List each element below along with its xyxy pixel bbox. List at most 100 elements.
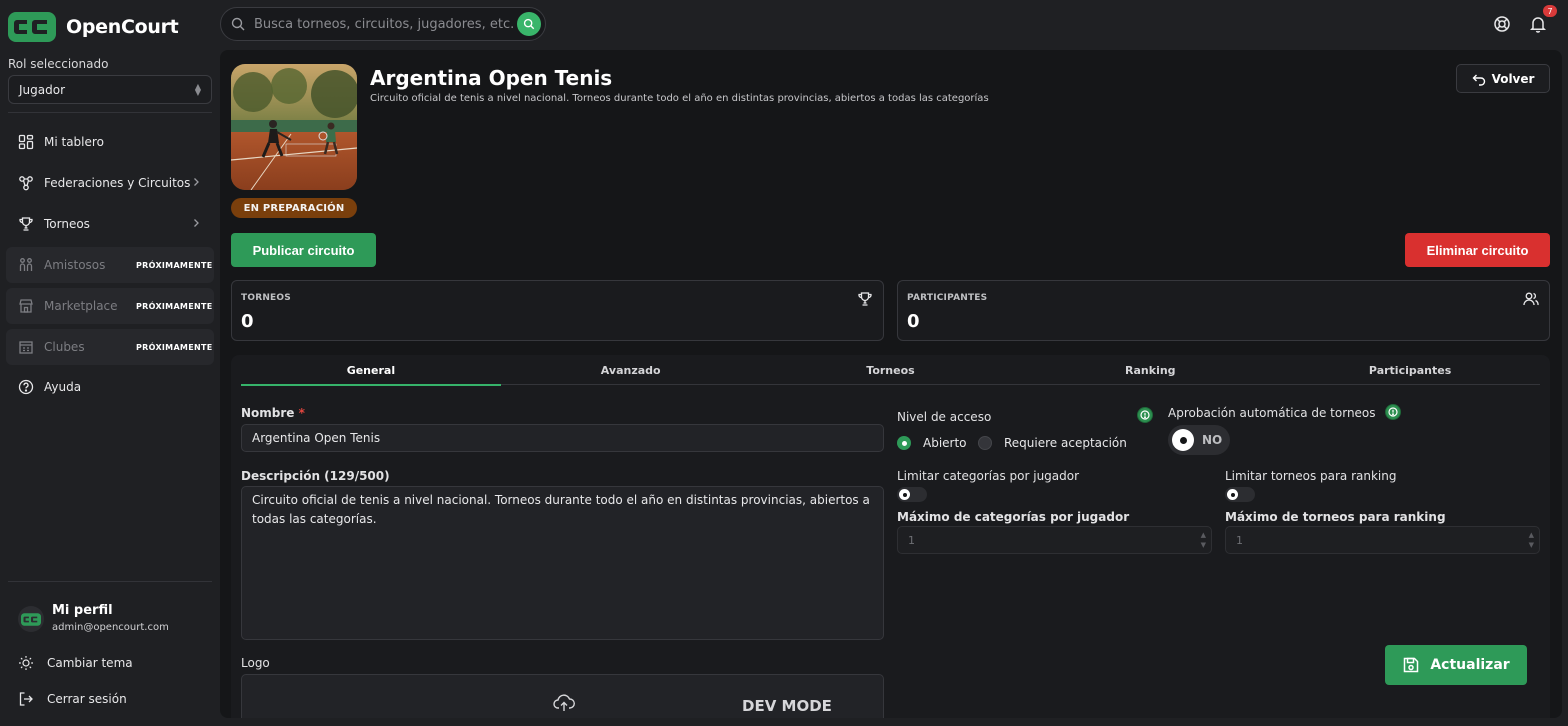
- coming-soon-badge: PRÓXIMAMENTE: [136, 301, 213, 311]
- tab-participants[interactable]: Participantes: [1280, 355, 1540, 385]
- sidebar-item-label: Marketplace: [44, 299, 118, 313]
- sun-icon: [18, 655, 34, 671]
- save-icon: [1402, 656, 1420, 674]
- circuit-cover-image: [231, 64, 357, 190]
- sidebar-item-clubs: Clubes PRÓXIMAMENTE: [6, 329, 214, 365]
- role-select[interactable]: Jugador ▲ ▼: [8, 75, 212, 104]
- dev-mode-label: DEV MODE: [742, 697, 832, 715]
- sidebar-item-label: Amistosos: [44, 258, 106, 272]
- limit-tournaments-label: Limitar torneos para ranking: [1225, 469, 1397, 483]
- tab-ranking[interactable]: Ranking: [1020, 355, 1280, 385]
- search-icon: [523, 18, 535, 30]
- avatar: [18, 606, 44, 632]
- trophy-icon: [18, 216, 34, 232]
- radio-label: Requiere aceptación: [1004, 436, 1127, 450]
- name-label-text: Nombre: [241, 406, 295, 420]
- notifications-bell-icon[interactable]: [1529, 15, 1547, 33]
- sidebar-item-tournaments[interactable]: Torneos: [6, 206, 214, 242]
- name-field[interactable]: [241, 424, 884, 452]
- stat-label: PARTICIPANTES: [907, 293, 988, 303]
- toggle-knob: [1172, 429, 1194, 451]
- tab-advanced[interactable]: Avanzado: [501, 355, 761, 385]
- tab-general[interactable]: General: [241, 355, 501, 386]
- logout-label: Cerrar sesión: [47, 692, 127, 706]
- access-level-label: Nivel de acceso: [897, 410, 992, 424]
- description-field-label: Descripción (129/500): [241, 469, 390, 483]
- tab-tournaments[interactable]: Torneos: [761, 355, 1021, 385]
- radio-unselected-icon: [978, 436, 992, 450]
- back-button[interactable]: Volver: [1456, 64, 1550, 93]
- sidebar-item-marketplace: Marketplace PRÓXIMAMENTE: [6, 288, 214, 324]
- max-tournaments-label: Máximo de torneos para ranking: [1225, 510, 1446, 524]
- sidebar-item-federations[interactable]: Federaciones y Circuitos: [6, 165, 214, 201]
- trophy-icon: [857, 291, 873, 307]
- dashboard-icon: [18, 134, 34, 150]
- access-open-radio[interactable]: Abierto: [897, 436, 967, 450]
- access-requires-approval-radio[interactable]: Requiere aceptación: [978, 436, 1127, 450]
- limit-categories-label: Limitar categorías por jugador: [897, 469, 1080, 483]
- back-label: Volver: [1491, 71, 1535, 86]
- people-icon: [18, 257, 34, 273]
- sidebar-divider: [8, 581, 212, 582]
- sidebar: OpenCourt Rol seleccionado Jugador ▲ ▼ Mi…: [0, 0, 220, 726]
- update-label: Actualizar: [1430, 657, 1510, 673]
- number-value: 1: [908, 533, 915, 547]
- coming-soon-badge: PRÓXIMAMENTE: [136, 342, 213, 352]
- description-field[interactable]: Circuito oficial de tenis a nivel nacion…: [241, 486, 884, 640]
- stepper-arrows-icon: ▲ ▼: [1200, 531, 1206, 549]
- logout-button[interactable]: Cerrar sesión: [18, 691, 127, 707]
- max-categories-input: 1 ▲ ▼: [897, 526, 1212, 554]
- profile-name: Mi perfil: [52, 603, 113, 618]
- status-badge: EN PREPARACIÓN: [231, 198, 357, 218]
- select-updown-icon: ▲ ▼: [194, 81, 201, 97]
- auto-approval-toggle[interactable]: NO: [1168, 425, 1230, 455]
- limit-tournaments-toggle[interactable]: [1225, 487, 1255, 502]
- network-icon: [18, 175, 34, 191]
- page-title: Argentina Open Tenis: [370, 66, 613, 90]
- chevron-right-icon: [194, 178, 199, 186]
- auto-approval-label: Aprobación automática de torneos: [1168, 406, 1376, 420]
- toggle-knob: [899, 489, 910, 500]
- sidebar-item-dashboard[interactable]: Mi tablero: [6, 124, 214, 160]
- role-select-value: Jugador: [19, 82, 66, 97]
- toggle-state-label: NO: [1202, 433, 1223, 447]
- sidebar-divider: [8, 112, 212, 113]
- logo-upload-dropzone[interactable]: DEV MODE: [241, 674, 884, 718]
- notification-count-badge: 7: [1543, 5, 1557, 17]
- limit-categories-toggle[interactable]: [897, 487, 927, 502]
- info-icon[interactable]: [1385, 404, 1401, 420]
- opencourt-logo-icon: [8, 12, 56, 42]
- change-theme-button[interactable]: Cambiar tema: [18, 655, 133, 671]
- delete-circuit-button[interactable]: Eliminar circuito: [1405, 233, 1550, 267]
- chevron-right-icon: [194, 219, 199, 227]
- search-icon: [231, 17, 245, 31]
- sidebar-item-label: Torneos: [44, 217, 90, 231]
- sidebar-item-help[interactable]: Ayuda: [6, 369, 214, 405]
- update-button[interactable]: Actualizar: [1385, 645, 1527, 685]
- app-logo[interactable]: OpenCourt: [8, 12, 179, 42]
- search-input[interactable]: [254, 16, 516, 32]
- sidebar-item-label: Ayuda: [44, 380, 82, 394]
- change-theme-label: Cambiar tema: [47, 656, 133, 670]
- profile-email: admin@opencourt.com: [52, 622, 169, 633]
- stat-value: 0: [907, 311, 920, 332]
- coming-soon-badge: PRÓXIMAMENTE: [136, 260, 213, 270]
- logout-icon: [18, 691, 34, 707]
- profile-link[interactable]: Mi perfil admin@opencourt.com: [18, 603, 169, 633]
- sidebar-item-label: Mi tablero: [44, 135, 104, 149]
- stat-value: 0: [241, 311, 254, 332]
- search-bar: [220, 7, 546, 41]
- sidebar-item-label: Clubes: [44, 340, 85, 354]
- main-panel: EN PREPARACIÓN Argentina Open Tenis Circ…: [220, 50, 1562, 718]
- name-field-label: Nombre *: [241, 406, 305, 420]
- info-icon[interactable]: [1137, 407, 1153, 423]
- stat-label: TORNEOS: [241, 293, 291, 303]
- tournaments-stat-card: TORNEOS 0: [231, 280, 884, 341]
- sidebar-item-label: Federaciones y Circuitos: [44, 176, 191, 190]
- building-icon: [18, 339, 34, 355]
- publish-circuit-button[interactable]: Publicar circuito: [231, 233, 376, 267]
- support-icon[interactable]: [1493, 15, 1511, 33]
- search-submit-button[interactable]: [517, 12, 541, 36]
- cloud-upload-icon: [553, 692, 575, 714]
- number-value: 1: [1236, 533, 1243, 547]
